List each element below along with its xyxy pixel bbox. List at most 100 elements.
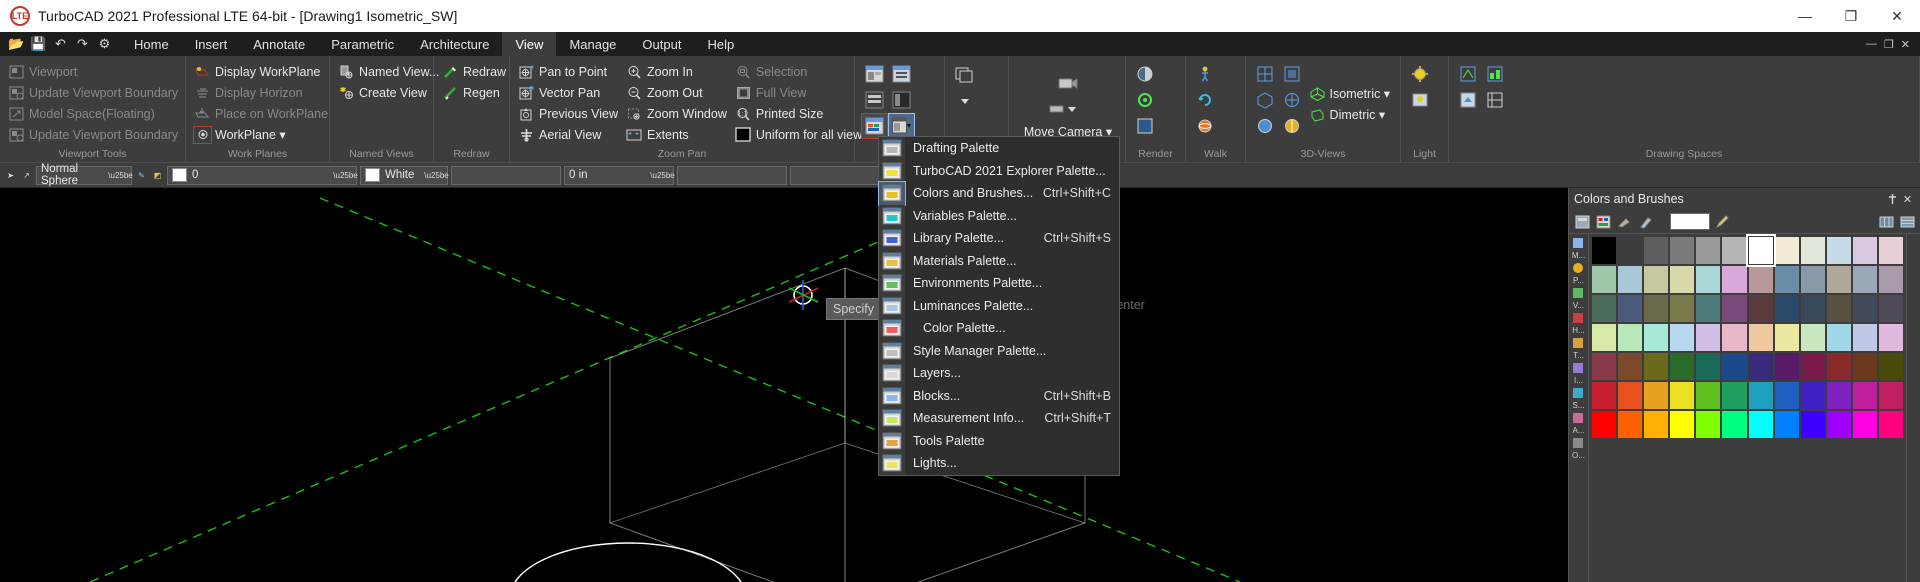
color-swatch[interactable] — [1695, 236, 1722, 265]
color-swatch[interactable] — [1617, 410, 1644, 439]
color-swatch[interactable] — [1721, 410, 1748, 439]
view-top-icon[interactable] — [1253, 62, 1278, 86]
empty-combo-1[interactable] — [451, 165, 561, 185]
ribbon-item-extents[interactable]: Extents — [624, 124, 733, 145]
color-swatch[interactable] — [1747, 265, 1774, 294]
color-swatch[interactable] — [1773, 381, 1800, 410]
color-swatch[interactable] — [1695, 294, 1722, 323]
menu-item-library-palette[interactable]: Library Palette... Ctrl+Shift+S — [879, 227, 1119, 250]
color-swatch[interactable] — [1799, 265, 1826, 294]
tab-insert[interactable]: Insert — [182, 32, 241, 56]
color-swatch[interactable] — [1617, 265, 1644, 294]
color-swatch[interactable] — [1669, 236, 1696, 265]
menu-item-tools-palette[interactable]: Tools Palette — [879, 429, 1119, 452]
ribbon-item-viewport[interactable]: Viewport — [6, 61, 184, 82]
render-mode-icon[interactable] — [1133, 114, 1158, 138]
color-swatch[interactable] — [1799, 381, 1826, 410]
chevron-down-icon[interactable]: \u25be — [333, 171, 357, 180]
menu-item-variables-palette[interactable]: Variables Palette... — [879, 204, 1119, 227]
ribbon-item-vector-pan[interactable]: Vector Pan — [516, 82, 624, 103]
palette-new-icon[interactable] — [1573, 213, 1591, 231]
palette-colors-icon[interactable] — [1594, 213, 1612, 231]
color-swatch[interactable] — [1695, 381, 1722, 410]
color-swatch[interactable] — [1591, 381, 1618, 410]
doc-restore-button[interactable]: ❐ — [1884, 38, 1894, 51]
tab-manage[interactable]: Manage — [556, 32, 629, 56]
color-swatch[interactable] — [1747, 352, 1774, 381]
pin-icon[interactable] — [1885, 191, 1900, 207]
side-tab-s[interactable]: S... — [1571, 386, 1587, 410]
color-swatch[interactable] — [1721, 381, 1748, 410]
color-swatch[interactable] — [1721, 352, 1748, 381]
color-swatch[interactable] — [1721, 265, 1748, 294]
style-combo[interactable]: Normal Sphere \u25be — [36, 163, 133, 187]
color-swatch[interactable] — [1643, 265, 1670, 294]
color-swatch[interactable] — [1799, 294, 1826, 323]
tab-parametric[interactable]: Parametric — [318, 32, 407, 56]
menu-item-color-palette[interactable]: Color Palette... — [879, 317, 1119, 340]
light-sun-icon[interactable] — [1408, 62, 1433, 86]
color-swatch[interactable] — [1773, 323, 1800, 352]
ribbon-item-place-on-workplane[interactable]: Place on WorkPlane — [192, 103, 334, 124]
side-tab-a[interactable]: A... — [1571, 411, 1587, 435]
palette-btn-colors[interactable] — [861, 113, 888, 139]
color-swatch[interactable] — [1669, 381, 1696, 410]
ribbon-item-model-space-floating[interactable]: Model Space(Floating) — [6, 103, 184, 124]
tab-output[interactable]: Output — [629, 32, 694, 56]
side-tab-o[interactable]: O... — [1571, 436, 1587, 460]
color-swatch[interactable] — [1695, 352, 1722, 381]
view-front-icon[interactable] — [1280, 62, 1305, 86]
side-tab-i[interactable]: I... — [1571, 361, 1587, 385]
color-swatch[interactable] — [1617, 381, 1644, 410]
color-swatch[interactable] — [1851, 265, 1878, 294]
color-swatch[interactable] — [1825, 265, 1852, 294]
chevron-down-icon[interactable]: \u25be — [650, 171, 674, 180]
render-settings-icon[interactable] — [1133, 88, 1158, 112]
color-swatch[interactable] — [1669, 323, 1696, 352]
window-cascade-icon[interactable] — [952, 62, 977, 86]
chevron-down-icon[interactable]: \u25be — [424, 171, 448, 180]
menu-item-blocks[interactable]: Blocks... Ctrl+Shift+B — [879, 384, 1119, 407]
side-tab-v[interactable]: V... — [1571, 286, 1587, 310]
view-bottom-icon[interactable] — [1280, 114, 1305, 138]
ribbon-item-aerial-view[interactable]: Aerial View — [516, 124, 624, 145]
ribbon-item-named-view[interactable]: Named View... — [336, 61, 445, 82]
palette-grid-view-icon[interactable] — [1877, 213, 1895, 231]
color-swatch[interactable] — [1825, 294, 1852, 323]
color-swatch[interactable] — [1695, 323, 1722, 352]
minimize-button[interactable]: — — [1782, 0, 1828, 32]
color-swatch[interactable] — [1851, 352, 1878, 381]
camera-dropdown-icon[interactable] — [1046, 97, 1090, 121]
ribbon-item-pan-to-point[interactable]: Pan to Point — [516, 61, 624, 82]
color-swatch[interactable] — [1799, 410, 1826, 439]
walk-person-icon[interactable] — [1193, 62, 1218, 86]
color-swatch[interactable] — [1877, 236, 1904, 265]
color-swatch[interactable] — [1721, 294, 1748, 323]
color-combo[interactable]: White \u25be — [360, 165, 449, 185]
drawing-canvas[interactable]: Specify a tion of the sphere center — [0, 188, 1568, 582]
color-swatch[interactable] — [1591, 410, 1618, 439]
ribbon-item-create-view[interactable]: Create View — [336, 82, 445, 103]
maximize-button[interactable]: ❐ — [1828, 0, 1874, 32]
color-swatch[interactable] — [1877, 410, 1904, 439]
fill-color-swatch[interactable] — [365, 168, 380, 182]
color-swatch[interactable] — [1617, 323, 1644, 352]
color-swatch[interactable] — [1695, 410, 1722, 439]
walk-orbit-icon[interactable] — [1193, 114, 1218, 138]
ribbon-item-isometric[interactable]: Isometric ▾ — [1307, 83, 1396, 104]
palettes-dropdown-menu[interactable]: Drafting Palette TurboCAD 2021 Explorer … — [878, 136, 1120, 476]
walk-rotate-icon[interactable] — [1193, 88, 1218, 112]
ribbon-item-redraw[interactable]: Redraw — [440, 61, 512, 82]
color-swatch[interactable] — [1825, 381, 1852, 410]
drawing-space-4-icon[interactable] — [1483, 88, 1508, 112]
window-dropdown-icon[interactable] — [952, 88, 977, 112]
color-swatch[interactable] — [1643, 352, 1670, 381]
color-swatch[interactable] — [1799, 323, 1826, 352]
doc-close-button[interactable]: ✕ — [1901, 38, 1910, 51]
save-icon[interactable]: 💾 — [30, 36, 47, 53]
palette-scrollbar[interactable] — [1906, 234, 1920, 582]
color-swatch[interactable] — [1773, 265, 1800, 294]
color-swatch[interactable] — [1825, 352, 1852, 381]
line-width-combo[interactable]: 0 \u25be — [167, 165, 358, 185]
color-swatch[interactable] — [1877, 294, 1904, 323]
